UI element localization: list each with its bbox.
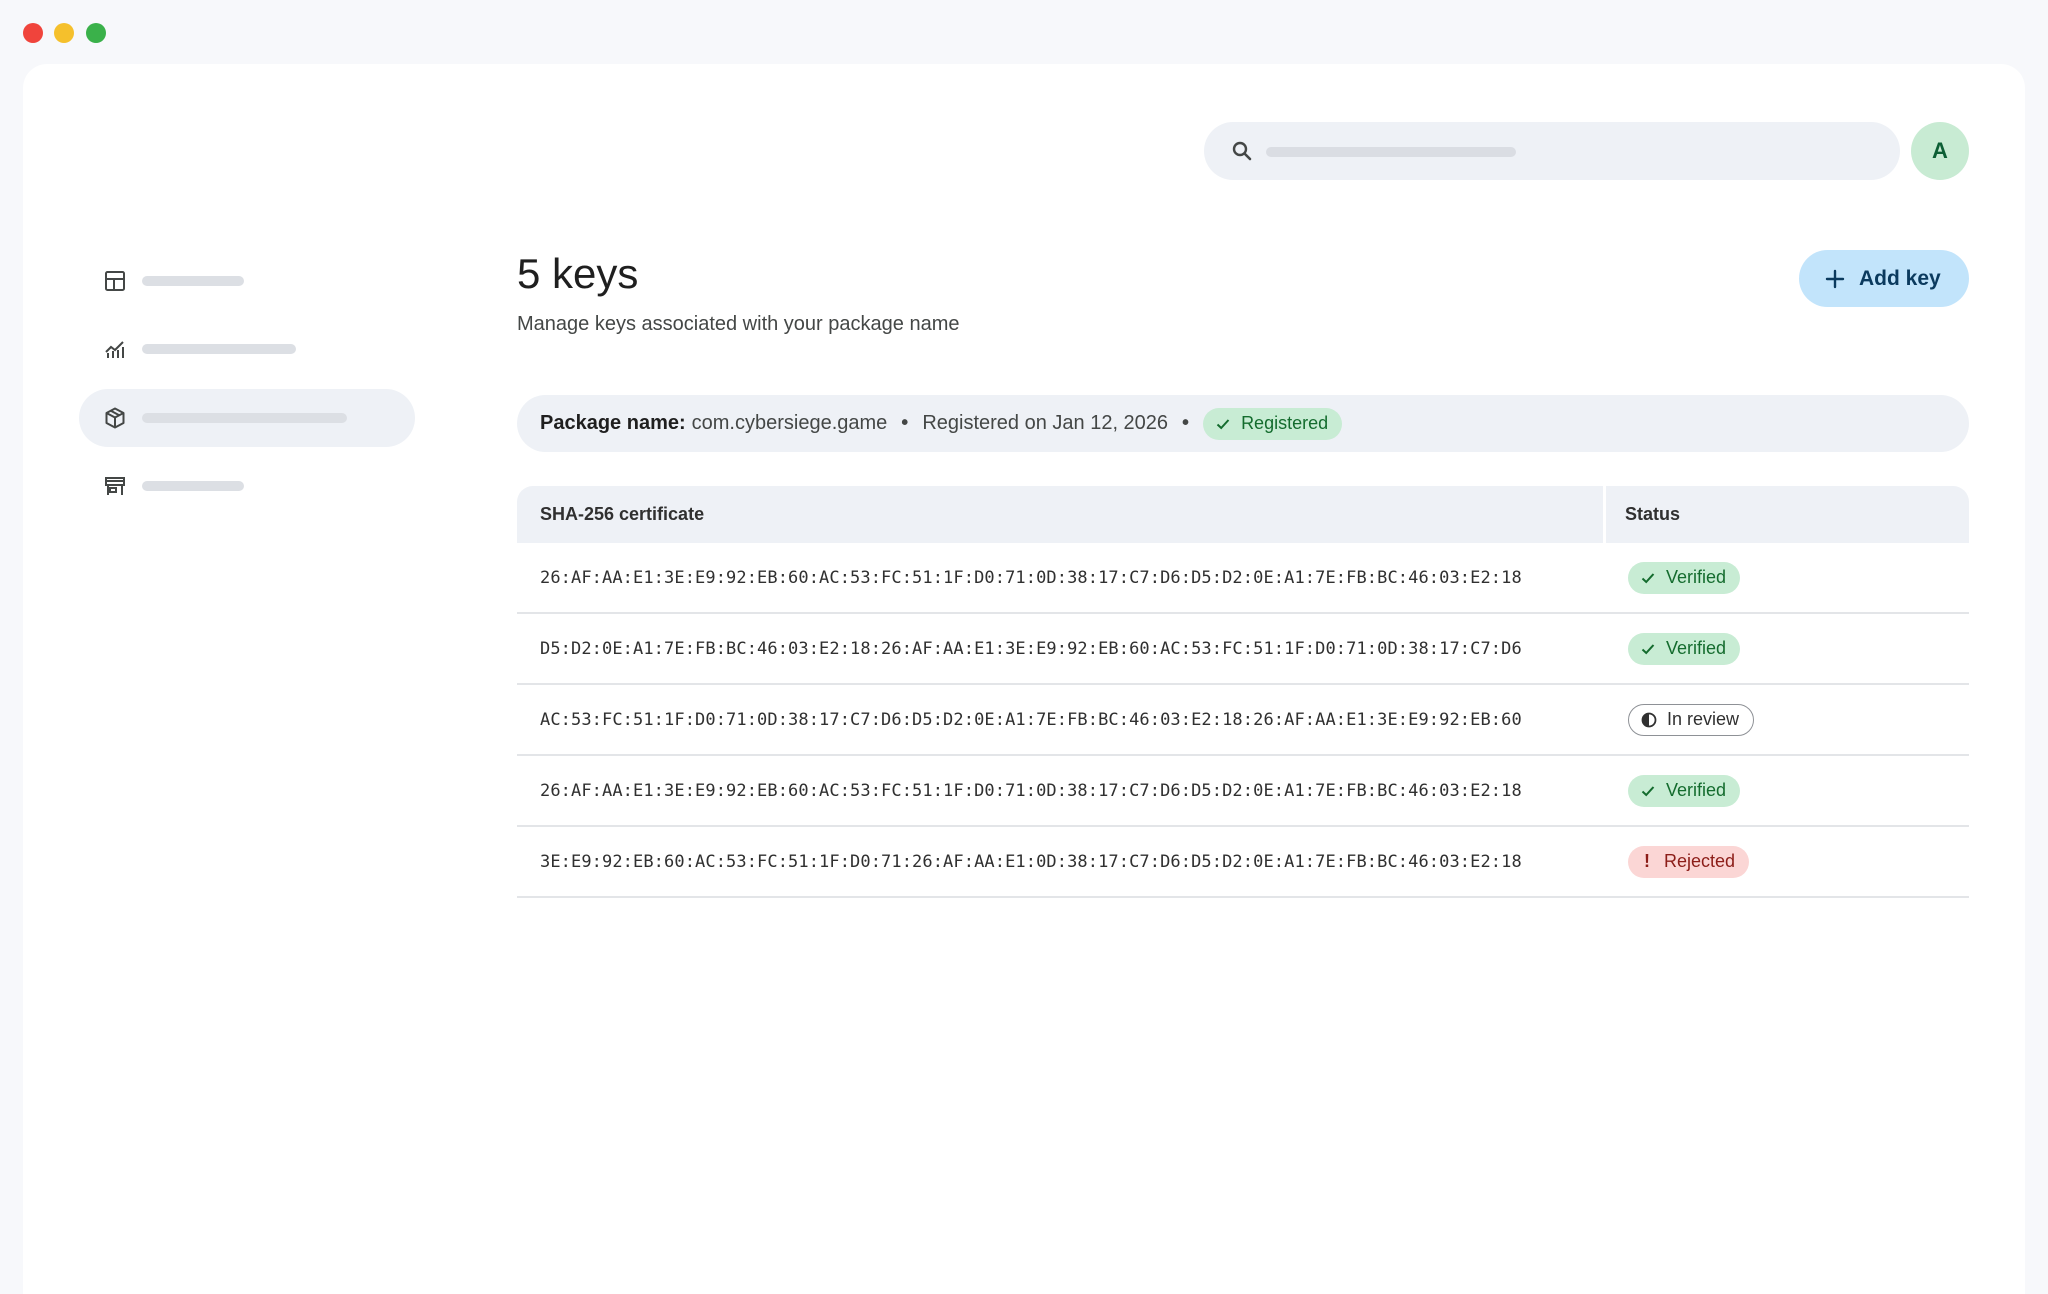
- store-icon: [103, 474, 127, 498]
- package-name-value: com.cybersiege.game: [691, 412, 888, 434]
- certificate-cell: 26:AF:AA:E1:3E:E9:92:EB:60:AC:53:FC:51:1…: [540, 567, 1522, 588]
- status-cell: Verified: [1606, 614, 1969, 683]
- status-badge: Verified: [1628, 774, 1741, 807]
- keys-table: SHA-256 certificate Status 26:AF:AA:E1:3…: [517, 486, 1969, 898]
- package-icon: [103, 406, 127, 430]
- certificate-cell: 26:AF:AA:E1:3E:E9:92:EB:60:AC:53:FC:51:1…: [540, 780, 1522, 801]
- status-badge-label: Registered: [1241, 413, 1329, 433]
- table-row[interactable]: 26:AF:AA:E1:3E:E9:92:EB:60:AC:53:FC:51:1…: [517, 756, 1969, 827]
- close-window-button[interactable]: [23, 23, 43, 43]
- sidebar-item-label: [142, 276, 244, 286]
- search-input[interactable]: [1204, 122, 1900, 180]
- registered-date: Registered on Jan 12, 2026: [922, 412, 1169, 434]
- check-icon: [1641, 572, 1655, 583]
- search-placeholder-bar: [1266, 147, 1516, 157]
- sidebar-item-label: [142, 413, 347, 423]
- status-badge: ! Rejected: [1628, 845, 1750, 878]
- status-badge-label: Verified: [1666, 780, 1727, 800]
- title-bar: [0, 0, 2048, 64]
- status-cell: Verified: [1606, 756, 1969, 825]
- column-header-status[interactable]: Status: [1606, 486, 1969, 543]
- dashboard-icon: [103, 269, 127, 293]
- sidebar-item-store[interactable]: [79, 457, 415, 515]
- table-row[interactable]: 26:AF:AA:E1:3E:E9:92:EB:60:AC:53:FC:51:1…: [517, 543, 1969, 614]
- search-icon: [1230, 139, 1254, 163]
- status-badge-label: In review: [1667, 709, 1740, 729]
- status-badge-label: Verified: [1666, 567, 1727, 587]
- sidebar-item-package[interactable]: [79, 389, 415, 447]
- minimize-window-button[interactable]: [54, 23, 74, 43]
- half-circle-icon: [1641, 712, 1657, 727]
- certificate-cell: 3E:E9:92:EB:60:AC:53:FC:51:1F:D0:71:26:A…: [540, 851, 1522, 872]
- status-cell: Verified: [1606, 543, 1969, 612]
- certificate-cell: D5:D2:0E:A1:7E:FB:BC:46:03:E2:18:26:AF:A…: [540, 638, 1522, 659]
- sidebar-item-analytics[interactable]: [79, 320, 415, 378]
- table-header: SHA-256 certificate Status: [517, 486, 1969, 543]
- page-subtitle: Manage keys associated with your package…: [517, 313, 960, 335]
- status-badge-label: Rejected: [1664, 851, 1736, 871]
- status-badge: Verified: [1628, 632, 1741, 665]
- plus-icon: [1825, 269, 1845, 288]
- package-name-label: Package name:: [540, 412, 686, 434]
- sidebar-item-label: [142, 344, 296, 354]
- table-row[interactable]: D5:D2:0E:A1:7E:FB:BC:46:03:E2:18:26:AF:A…: [517, 614, 1969, 685]
- certificate-cell: AC:53:FC:51:1F:D0:71:0D:38:17:C7:D6:D5:D…: [540, 709, 1522, 730]
- sidebar-item-dashboard[interactable]: [79, 252, 415, 310]
- sidebar-item-label: [142, 481, 244, 491]
- check-icon: [1641, 643, 1655, 654]
- page-title: 5 keys: [517, 250, 639, 297]
- status-badge-label: Verified: [1666, 638, 1727, 658]
- table-row[interactable]: AC:53:FC:51:1F:D0:71:0D:38:17:C7:D6:D5:D…: [517, 685, 1969, 756]
- maximize-window-button[interactable]: [86, 23, 106, 43]
- separator-dot: •: [901, 412, 909, 434]
- column-header-certificate[interactable]: SHA-256 certificate: [517, 486, 1606, 543]
- status-badge: In review: [1628, 703, 1755, 736]
- add-key-label: Add key: [1859, 266, 1941, 290]
- check-icon: [1641, 785, 1655, 796]
- status-cell: ! Rejected: [1606, 827, 1969, 896]
- status-badge: Registered: [1203, 407, 1343, 440]
- status-badge: Verified: [1628, 561, 1741, 594]
- exclamation-icon: !: [1644, 851, 1650, 871]
- separator-dot: •: [1182, 412, 1190, 434]
- check-icon: [1216, 418, 1230, 429]
- status-cell: In review: [1606, 685, 1969, 754]
- package-info-banner: Package name: com.cybersiege.game • Regi…: [517, 395, 1969, 452]
- add-key-button[interactable]: Add key: [1799, 250, 1969, 307]
- analytics-icon: [103, 337, 127, 361]
- table-row[interactable]: 3E:E9:92:EB:60:AC:53:FC:51:1F:D0:71:26:A…: [517, 827, 1969, 898]
- avatar[interactable]: A: [1911, 122, 1969, 180]
